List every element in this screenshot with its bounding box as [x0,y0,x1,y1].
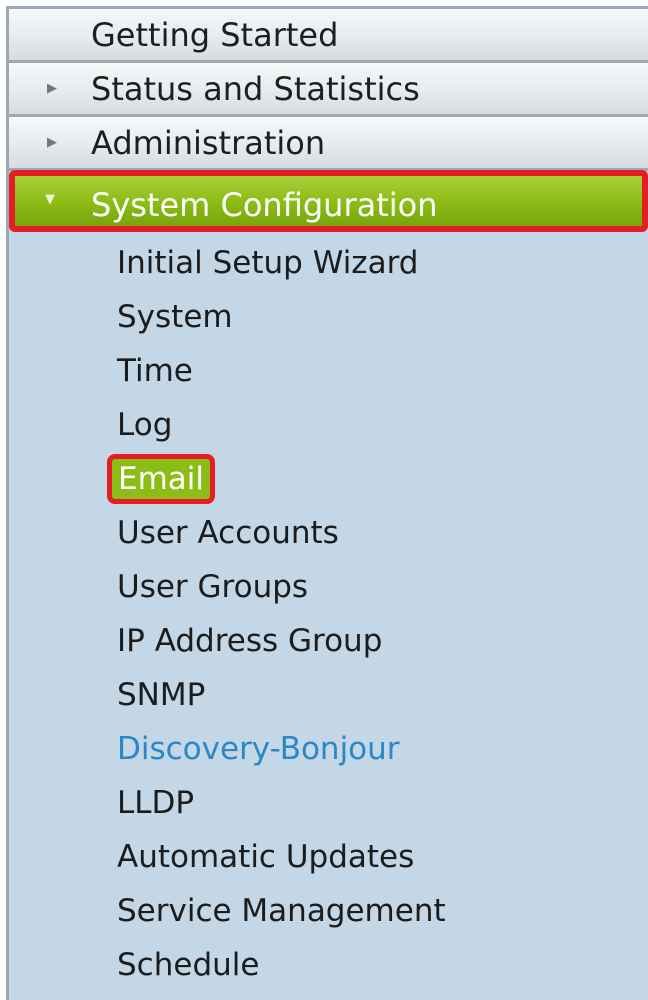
submenu-item-discovery-bonjour[interactable]: Discovery-Bonjour [9,722,648,776]
submenu-item-user-groups[interactable]: User Groups [9,560,648,614]
submenu-item-user-accounts[interactable]: User Accounts [9,506,648,560]
nav-item-label: Administration [91,124,326,162]
submenu-item-system[interactable]: System [9,290,648,344]
submenu-item-log[interactable]: Log [9,398,648,452]
submenu-item-automatic-updates[interactable]: Automatic Updates [9,830,648,884]
expand-arrow-icon: ▶ [47,135,57,150]
nav-item-getting-started[interactable]: Getting Started [9,9,648,63]
submenu-item-ip-address-group[interactable]: IP Address Group [9,614,648,668]
nav-item-status-and-statistics[interactable]: ▶ Status and Statistics [9,63,648,117]
submenu-item-snmp[interactable]: SNMP [9,668,648,722]
nav-item-system-configuration[interactable]: ▼ System Configuration [9,170,648,232]
submenu-item-time[interactable]: Time [9,344,648,398]
submenu-item-email-row: Email [9,452,648,506]
nav-item-label: System Configuration [91,186,438,224]
submenu-item-initial-setup-wizard[interactable]: Initial Setup Wizard [9,236,648,290]
navigation-menu: Getting Started ▶ Status and Statistics … [6,6,648,1000]
nav-item-administration[interactable]: ▶ Administration [9,117,648,171]
collapse-arrow-icon: ▼ [45,192,55,207]
expand-arrow-icon: ▶ [47,81,57,96]
submenu-item-email[interactable]: Email [107,454,216,504]
system-configuration-submenu: Initial Setup Wizard System Time Log Ema… [9,234,648,992]
submenu-item-schedule[interactable]: Schedule [9,938,648,992]
submenu-item-lldp[interactable]: LLDP [9,776,648,830]
submenu-item-service-management[interactable]: Service Management [9,884,648,938]
nav-item-label: Getting Started [91,16,339,54]
nav-item-label: Status and Statistics [91,70,420,108]
